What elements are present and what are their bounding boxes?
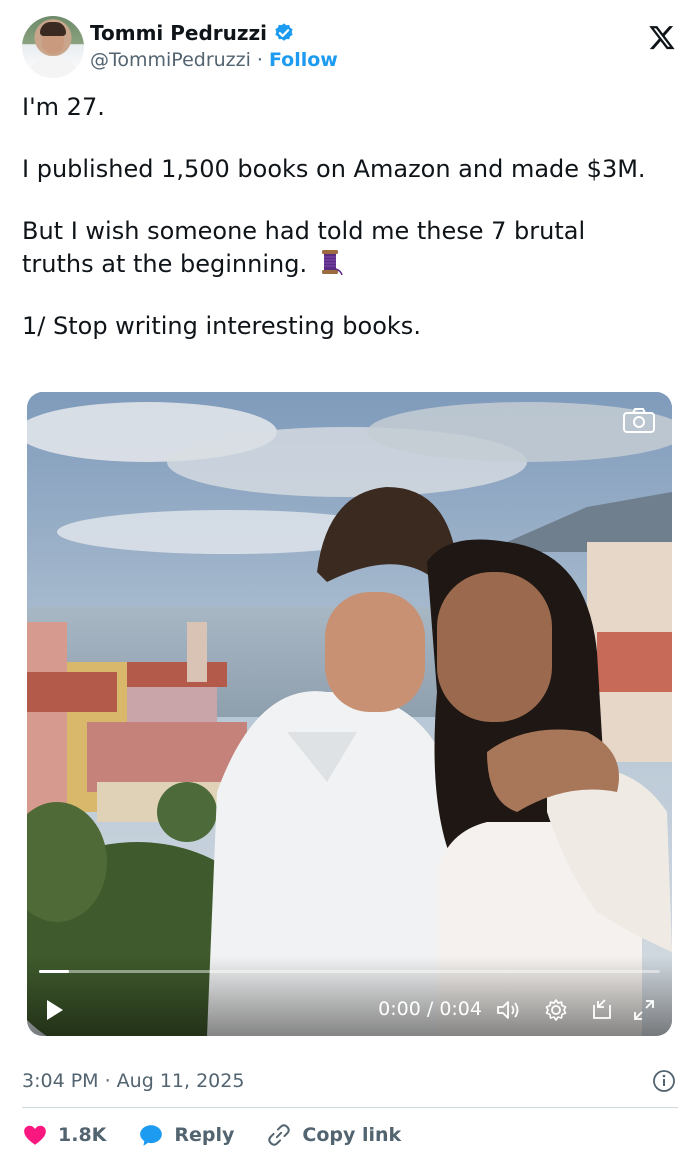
volume-icon	[497, 1001, 519, 1019]
heart-icon	[24, 1125, 46, 1145]
settings-button[interactable]	[542, 996, 570, 1024]
volume-button[interactable]	[494, 996, 522, 1024]
video-progress-bar[interactable]	[39, 970, 660, 973]
video-frame	[27, 392, 672, 1036]
play-icon	[47, 1000, 63, 1020]
info-icon[interactable]	[652, 1069, 676, 1093]
tweet-paragraph: I published 1,500 books on Amazon and ma…	[22, 155, 646, 183]
author-handle[interactable]: @TommiPedruzzi	[90, 49, 251, 71]
video-progress-fill	[39, 970, 69, 973]
tweet-header: Tommi Pedruzzi @TommiPedruzzi · Follow	[22, 16, 682, 78]
settings-gear-icon	[545, 999, 567, 1021]
avatar[interactable]	[22, 16, 84, 78]
separator-dot: ·	[256, 49, 263, 71]
picture-in-picture-icon	[593, 999, 611, 1019]
fullscreen-button[interactable]	[630, 996, 658, 1024]
fullscreen-expand-icon	[634, 1000, 654, 1020]
like-button[interactable]: 1.8K	[22, 1122, 106, 1148]
tweet-actions: 1.8K Reply Copy link	[22, 1119, 433, 1151]
copy-link-label: Copy link	[302, 1124, 402, 1146]
follow-button[interactable]: Follow	[269, 49, 338, 71]
reply-label: Reply	[174, 1124, 235, 1146]
reply-bubble-icon	[140, 1125, 163, 1146]
tweet-paragraph: 1/ Stop writing interesting books.	[22, 312, 421, 340]
verified-badge-icon	[273, 22, 295, 44]
tweet-paragraph: But I wish someone had told me these 7 b…	[22, 217, 586, 278]
camera-icon[interactable]	[622, 406, 656, 434]
link-icon	[268, 1124, 291, 1146]
tweet-embed-card: Tommi Pedruzzi @TommiPedruzzi · Follow I…	[0, 0, 700, 1161]
tweet-timestamp[interactable]: 3:04 PM · Aug 11, 2025	[22, 1070, 244, 1092]
reply-button[interactable]: Reply	[138, 1122, 234, 1148]
video-player[interactable]: 0:00 / 0:04	[27, 392, 672, 1036]
tweet-paragraph: I'm 27.	[22, 93, 105, 121]
author-handle-row: @TommiPedruzzi · Follow	[90, 49, 338, 71]
picture-in-picture-button[interactable]	[588, 996, 616, 1024]
copy-link-button[interactable]: Copy link	[266, 1122, 401, 1148]
author-name-row: Tommi Pedruzzi	[90, 21, 295, 45]
divider	[22, 1107, 678, 1108]
like-count: 1.8K	[58, 1124, 107, 1146]
video-time-display: 0:00 / 0:04	[378, 998, 482, 1020]
play-button[interactable]	[43, 996, 67, 1024]
author-name[interactable]: Tommi Pedruzzi	[90, 21, 267, 45]
thread-spool-icon	[315, 247, 345, 277]
x-logo-icon[interactable]	[642, 18, 682, 58]
video-controls: 0:00 / 0:04	[27, 956, 672, 1036]
tweet-text: I'm 27. I published 1,500 books on Amazo…	[22, 92, 662, 342]
